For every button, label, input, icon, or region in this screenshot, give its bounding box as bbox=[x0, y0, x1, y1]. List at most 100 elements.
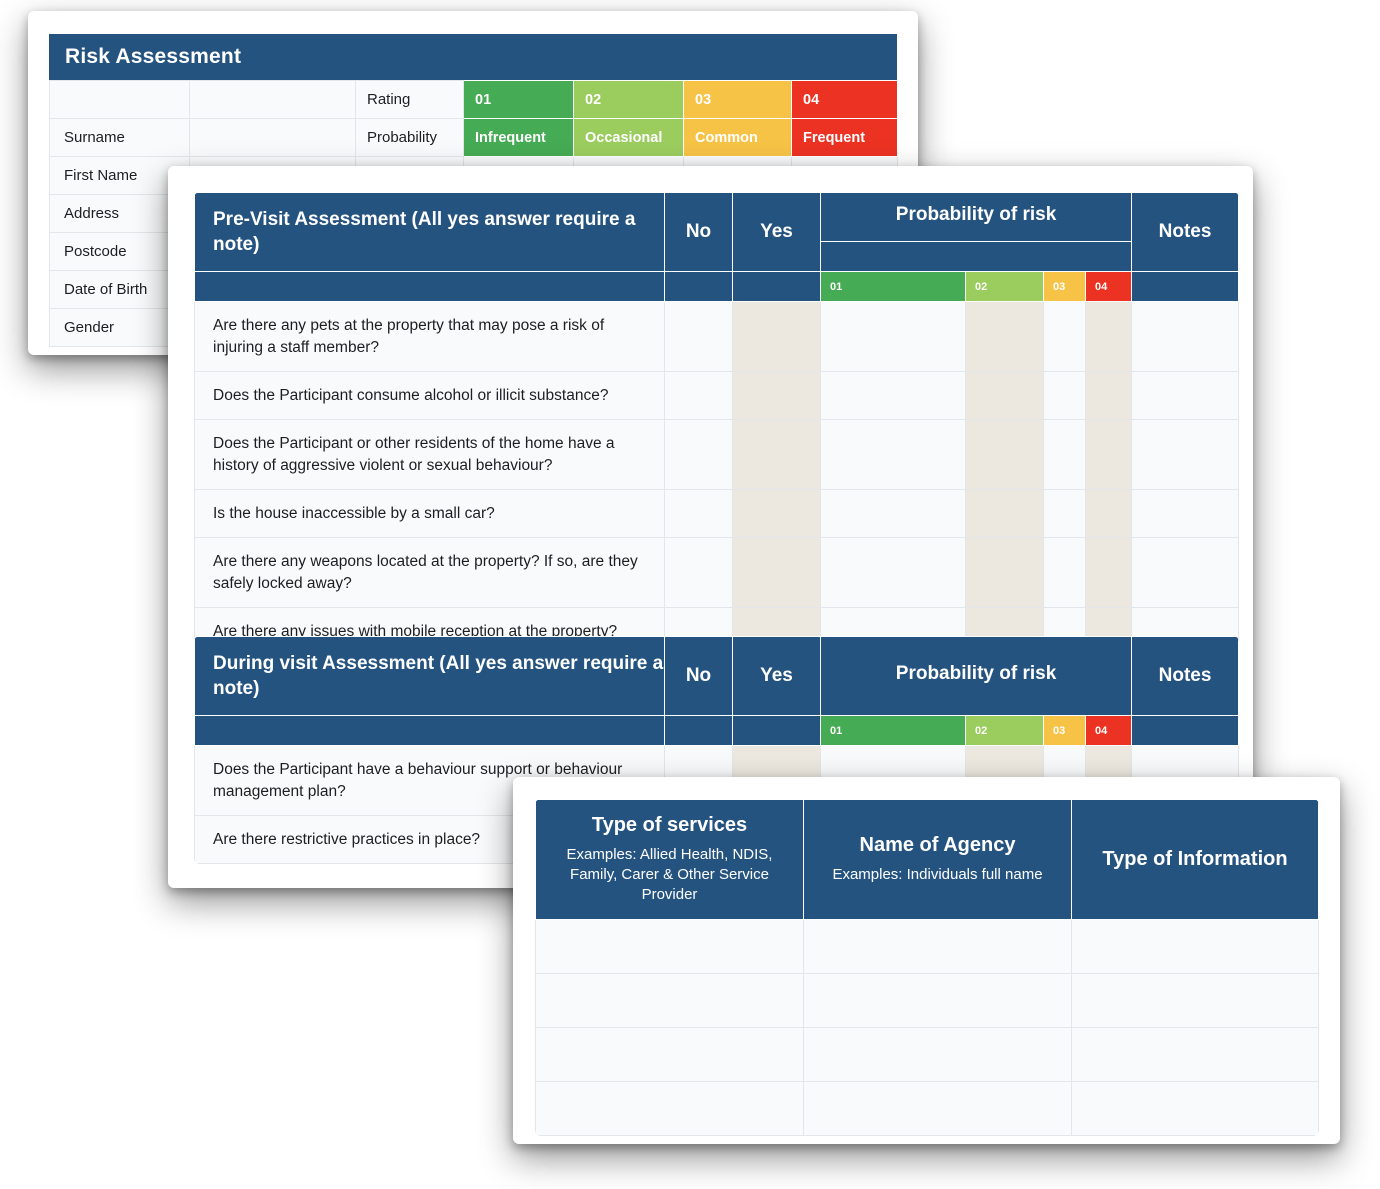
question-text: Does the Participant consume alcohol or … bbox=[194, 370, 665, 421]
table-row: Does the Participant consume alcohol or … bbox=[194, 370, 1240, 421]
question-text: Are there any pets at the property that … bbox=[194, 301, 665, 372]
answer-yes-cell[interactable] bbox=[732, 489, 821, 539]
type-of-services-cell[interactable] bbox=[535, 1027, 804, 1083]
table-row bbox=[535, 1027, 1319, 1083]
table-row: Are there any weapons located at the pro… bbox=[194, 537, 1240, 609]
page-title: Risk Assessment bbox=[65, 45, 242, 68]
risk-field-blank[interactable] bbox=[49, 80, 190, 119]
column-header-yes: Yes bbox=[732, 192, 821, 273]
answer-no-cell[interactable] bbox=[664, 370, 733, 421]
agency-table: Type of services Examples: Allied Health… bbox=[535, 799, 1319, 1137]
risk-value-blank[interactable] bbox=[189, 80, 356, 119]
name-of-agency-cell[interactable] bbox=[803, 1027, 1072, 1083]
table-header-row: During visit Assessment (All yes answer … bbox=[194, 636, 1240, 717]
answer-no-cell[interactable] bbox=[664, 537, 733, 609]
name-of-agency-cell[interactable] bbox=[803, 973, 1072, 1029]
name-of-agency-cell[interactable] bbox=[803, 1081, 1072, 1137]
name-of-agency-cell[interactable] bbox=[803, 919, 1072, 975]
probability-chip-04: 04 bbox=[1084, 271, 1133, 303]
chip-row-no-spacer bbox=[664, 271, 733, 303]
field-label-surname: Surname bbox=[49, 118, 190, 157]
table-row bbox=[535, 919, 1319, 975]
type-of-information-cell[interactable] bbox=[1071, 919, 1319, 975]
type-of-services-cell[interactable] bbox=[535, 1081, 804, 1137]
probability-cell-04[interactable] bbox=[1084, 489, 1133, 539]
notes-cell[interactable] bbox=[1131, 301, 1240, 372]
table-row: Does the Participant or other residents … bbox=[194, 419, 1240, 491]
probability-cell-04[interactable] bbox=[1084, 419, 1133, 491]
probability-cell-01[interactable] bbox=[820, 489, 966, 539]
type-of-services-cell[interactable] bbox=[535, 973, 804, 1029]
type-of-information-cell[interactable] bbox=[1071, 973, 1319, 1029]
probability-cell-02[interactable] bbox=[965, 489, 1044, 539]
notes-cell[interactable] bbox=[1131, 419, 1240, 491]
probability-cell-02[interactable] bbox=[965, 537, 1044, 609]
probability-chip-01: 01 bbox=[820, 715, 966, 747]
table-row: Rating 01 02 03 04 bbox=[49, 80, 898, 119]
column-header-probability-of-risk: Probability of risk bbox=[819, 192, 1133, 243]
type-of-services-cell[interactable] bbox=[535, 919, 804, 975]
chip-row-label-spacer bbox=[194, 715, 665, 747]
column-header-name-of-agency: Name of Agency Examples: Individuals ful… bbox=[803, 799, 1072, 921]
probability-cell-03[interactable] bbox=[1043, 537, 1086, 609]
answer-yes-cell[interactable] bbox=[732, 370, 821, 421]
probability-chip-01: 01 bbox=[820, 271, 966, 303]
answer-yes-cell[interactable] bbox=[732, 301, 821, 372]
column-title: Type of Information bbox=[1102, 848, 1288, 871]
probability-cell-04[interactable] bbox=[1084, 370, 1133, 421]
probability-cell-03[interactable] bbox=[1043, 489, 1086, 539]
chip-row-yes-spacer bbox=[732, 271, 821, 303]
probability-cell-01[interactable] bbox=[820, 419, 966, 491]
notes-cell[interactable] bbox=[1131, 489, 1240, 539]
table-row bbox=[535, 973, 1319, 1029]
probability-row-label: Probability bbox=[355, 118, 464, 157]
probability-chip-02: 02 bbox=[965, 715, 1044, 747]
field-input-surname[interactable] bbox=[189, 118, 356, 157]
question-text: Are there any weapons located at the pro… bbox=[194, 537, 665, 609]
probability-cell-04[interactable] bbox=[1084, 537, 1133, 609]
column-header-notes: Notes bbox=[1131, 636, 1240, 717]
chip-row-yes-spacer bbox=[732, 715, 821, 747]
agency-table-wrap: Type of services Examples: Allied Health… bbox=[535, 799, 1319, 1137]
answer-no-cell[interactable] bbox=[664, 419, 733, 491]
column-header-notes: Notes bbox=[1131, 192, 1240, 273]
table-row bbox=[535, 1081, 1319, 1137]
answer-no-cell[interactable] bbox=[664, 301, 733, 372]
notes-cell[interactable] bbox=[1131, 370, 1240, 421]
probability-cell-02[interactable] bbox=[965, 419, 1044, 491]
type-of-information-cell[interactable] bbox=[1071, 1027, 1319, 1083]
probability-cell-01[interactable] bbox=[820, 301, 966, 372]
answer-yes-cell[interactable] bbox=[732, 419, 821, 491]
answer-no-cell[interactable] bbox=[664, 489, 733, 539]
chip-row-label-spacer bbox=[194, 271, 665, 303]
table-header-row: Type of services Examples: Allied Health… bbox=[535, 799, 1319, 921]
probability-cell-03[interactable] bbox=[1043, 419, 1086, 491]
table-chip-row: 01 02 03 04 bbox=[194, 271, 1240, 303]
column-header-type-of-services: Type of services Examples: Allied Health… bbox=[535, 799, 804, 921]
rating-chip-03: 03 bbox=[683, 80, 792, 119]
chip-row-no-spacer bbox=[664, 715, 733, 747]
notes-cell[interactable] bbox=[1131, 537, 1240, 609]
probability-cell-04[interactable] bbox=[1084, 301, 1133, 372]
table-header-row: Pre-Visit Assessment (All yes answer req… bbox=[194, 192, 1240, 273]
probability-chip-occasional: Occasional bbox=[573, 118, 684, 157]
table-chip-row: 01 02 03 04 bbox=[194, 715, 1240, 747]
answer-yes-cell[interactable] bbox=[732, 537, 821, 609]
probability-cell-03[interactable] bbox=[1043, 370, 1086, 421]
probability-chip-04: 04 bbox=[1084, 715, 1133, 747]
type-of-information-cell[interactable] bbox=[1071, 1081, 1319, 1137]
during-visit-section-title: During visit Assessment (All yes answer … bbox=[194, 636, 665, 717]
screenshot-stage: Risk Assessment Rating 01 02 03 04 Surna… bbox=[0, 0, 1380, 1189]
column-title: Name of Agency bbox=[859, 834, 1016, 857]
probability-cell-03[interactable] bbox=[1043, 301, 1086, 372]
column-title: Type of services bbox=[591, 814, 748, 836]
probability-cell-01[interactable] bbox=[820, 370, 966, 421]
table-row: Surname Probability Infrequent Occasiona… bbox=[49, 118, 898, 157]
rating-chip-04: 04 bbox=[791, 80, 898, 119]
probability-chip-02: 02 bbox=[965, 271, 1044, 303]
probability-cell-02[interactable] bbox=[965, 301, 1044, 372]
rating-chip-01: 01 bbox=[463, 80, 574, 119]
probability-cell-02[interactable] bbox=[965, 370, 1044, 421]
probability-cell-01[interactable] bbox=[820, 537, 966, 609]
column-header-type-of-information: Type of Information bbox=[1071, 799, 1319, 921]
